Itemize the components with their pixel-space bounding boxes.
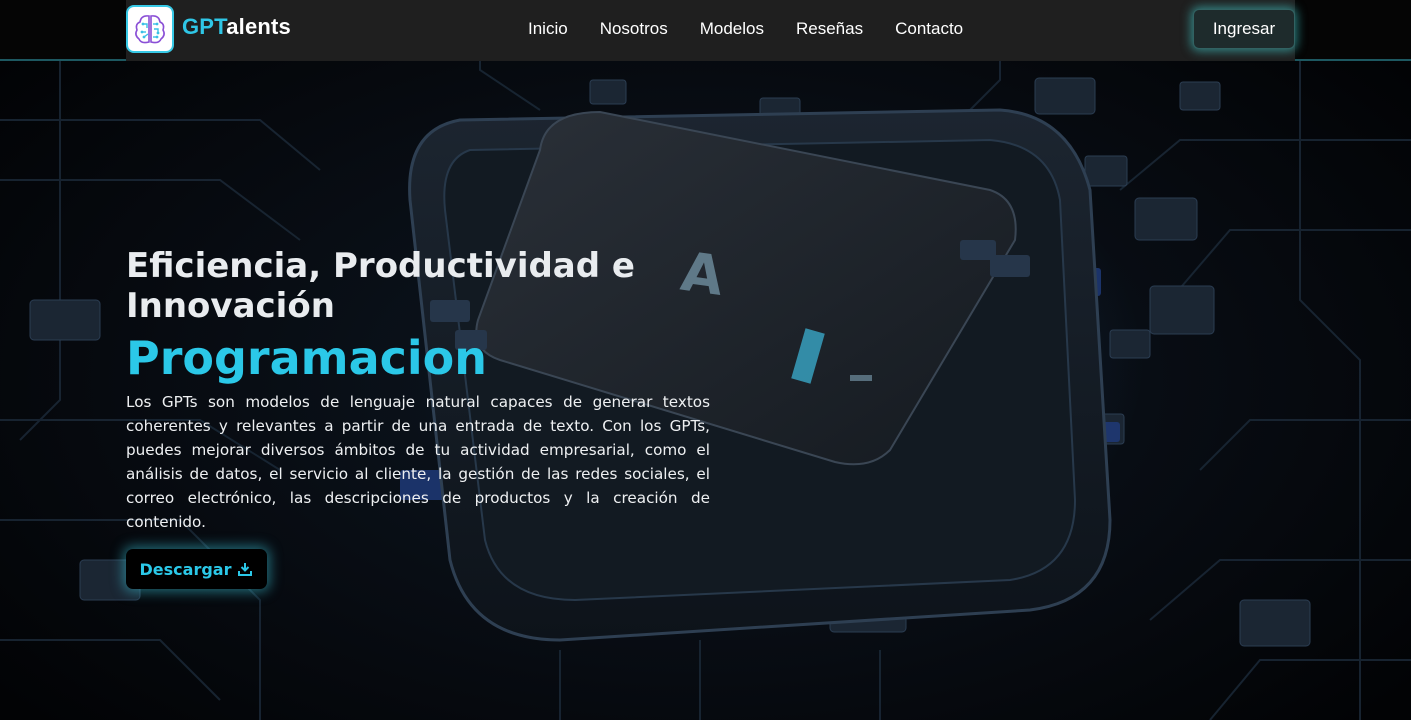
nav-item-modelos[interactable]: Modelos (700, 19, 764, 39)
nav-item-inicio[interactable]: Inicio (528, 19, 568, 39)
main-nav: Inicio Nosotros Modelos Reseñas Contacto (528, 19, 995, 39)
hero-subtitle: Programacion (126, 331, 488, 385)
nav-item-nosotros[interactable]: Nosotros (600, 19, 668, 39)
login-button[interactable]: Ingresar (1193, 9, 1295, 49)
nav-item-contacto[interactable]: Contacto (895, 19, 963, 39)
hero-title: Eficiencia, Productividad e Innovación (126, 246, 635, 326)
download-button-label: Descargar (139, 559, 232, 579)
svg-text:A: A (677, 240, 727, 308)
brand-name[interactable]: GPTalents (182, 14, 291, 40)
download-button[interactable]: Descargar (126, 549, 267, 589)
brain-circuit-logo-icon[interactable] (126, 5, 174, 53)
brain-icon (135, 15, 165, 44)
top-navbar: GPTalents Inicio Nosotros Modelos Reseña… (126, 0, 1295, 61)
brand-name-alents: alents (226, 14, 291, 39)
nav-item-resenas[interactable]: Reseñas (796, 19, 863, 39)
download-icon (238, 563, 253, 576)
brand-name-gpt: GPT (182, 14, 227, 39)
hero-description: Los GPTs son modelos de lenguaje natural… (126, 393, 710, 531)
